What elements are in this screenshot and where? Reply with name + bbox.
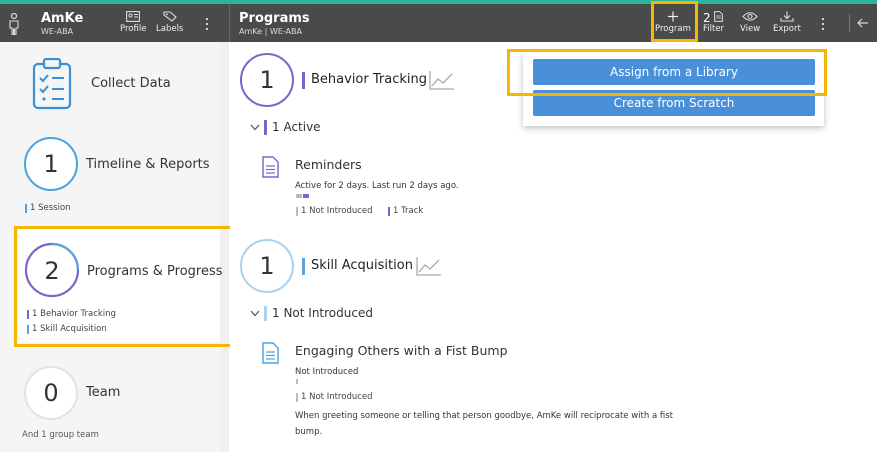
program-document-icon	[262, 342, 279, 364]
progress-segment-grey	[296, 194, 302, 198]
skill-not-introduced-label: 1 Not Introduced	[272, 306, 373, 320]
view-label: View	[740, 24, 761, 34]
line-chart-icon[interactable]	[429, 70, 455, 90]
filter-count: 2	[703, 10, 711, 25]
team-count-circle: 0	[24, 366, 78, 420]
reminders-program-title[interactable]: Reminders	[295, 157, 362, 172]
header-divider	[229, 4, 230, 42]
download-icon	[780, 11, 794, 22]
reminders-status: Active for 2 days. Last run 2 days ago.	[295, 181, 459, 191]
chevron-down-icon	[250, 310, 260, 317]
skill-acquisition-title[interactable]: Skill Acquisition	[302, 258, 413, 275]
timeline-reports-label: Timeline & Reports	[86, 157, 210, 172]
fist-bump-description: When greeting someone or telling that pe…	[295, 411, 673, 437]
chevron-down-icon	[250, 124, 260, 131]
filter-button[interactable]: 2 Filter	[703, 10, 725, 35]
program-button-highlight	[651, 1, 698, 42]
behavior-count: 1	[259, 66, 275, 94]
behavior-count-circle: 1	[240, 53, 294, 107]
session-tag: 1 Session	[25, 203, 71, 213]
more-options-icon[interactable]	[204, 16, 210, 32]
sidebar-item-team[interactable]: 0 Team And 1 group team	[18, 360, 220, 450]
profile-card-icon	[126, 11, 141, 22]
person-icon	[9, 13, 19, 35]
not-introduced-tag: 1 Not Introduced	[296, 392, 373, 402]
track-tag: 1 Track	[388, 206, 423, 216]
toolbar-divider	[849, 14, 850, 32]
org-name: AmKe	[41, 11, 84, 26]
skill-count: 1	[259, 252, 275, 280]
export-label: Export	[773, 24, 801, 34]
sidebar-item-collect-data[interactable]: Collect Data	[18, 52, 220, 118]
top-bar: AmKe WE-ABA Profile Labels Programs AmKe…	[0, 4, 877, 42]
collect-data-label: Collect Data	[91, 76, 171, 91]
tag-icon	[163, 11, 177, 22]
eye-icon	[742, 12, 758, 21]
page-subtitle: AmKe | WE-ABA	[239, 27, 302, 36]
progress-segment-purple	[303, 194, 309, 198]
progress-segment-grey	[296, 379, 298, 384]
labels-button[interactable]: Labels	[156, 11, 183, 34]
more-actions-icon[interactable]	[820, 16, 826, 32]
timeline-count-circle: 1	[24, 137, 78, 191]
profile-button[interactable]: Profile	[120, 11, 146, 34]
org-subtitle: WE-ABA	[41, 27, 74, 36]
assign-library-highlight	[507, 49, 827, 96]
skill-not-introduced-group[interactable]: 1 Not Introduced	[250, 306, 373, 321]
not-introduced-tag: 1 Not Introduced	[296, 206, 373, 216]
programs-progress-highlight	[14, 226, 233, 347]
fist-bump-program-title[interactable]: Engaging Others with a Fist Bump	[295, 343, 508, 358]
behavior-tracking-title[interactable]: Behavior Tracking	[302, 72, 427, 89]
program-document-icon	[262, 156, 279, 178]
group-team-text: And 1 group team	[22, 430, 99, 440]
arrow-left-icon[interactable]	[857, 18, 869, 28]
profile-label: Profile	[120, 24, 147, 34]
behavior-active-label: 1 Active	[272, 120, 321, 134]
skill-count-circle: 1	[240, 239, 294, 293]
filter-label: Filter	[703, 24, 725, 34]
export-button[interactable]: Export	[773, 11, 801, 34]
team-count: 0	[43, 379, 59, 407]
fist-bump-status: Not Introduced	[295, 367, 359, 377]
sidebar-item-timeline-reports[interactable]: 1 Timeline & Reports 1 Session	[18, 130, 220, 220]
timeline-count: 1	[43, 150, 59, 178]
behavior-active-group[interactable]: 1 Active	[250, 120, 321, 135]
document-icon	[713, 11, 723, 22]
page-title: Programs	[239, 11, 310, 26]
clipboard-checklist-icon	[32, 58, 72, 110]
team-label: Team	[86, 385, 121, 400]
view-button[interactable]: View	[740, 11, 760, 34]
labels-label: Labels	[156, 24, 184, 34]
line-chart-icon[interactable]	[416, 256, 442, 276]
